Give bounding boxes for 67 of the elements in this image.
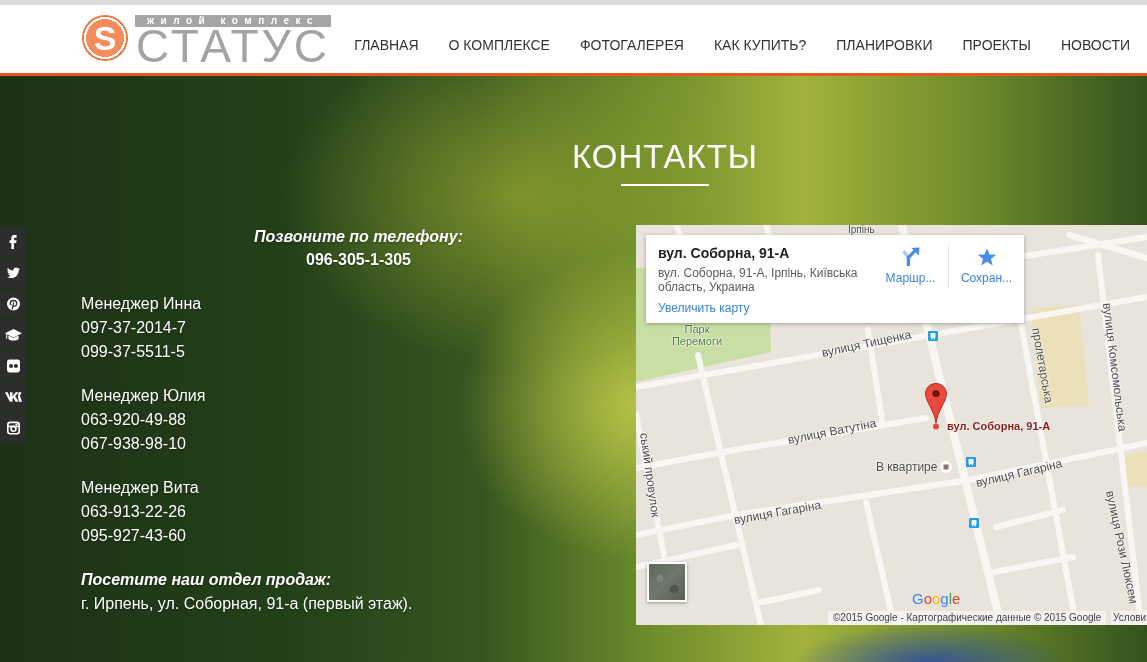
google-logo: Google	[912, 591, 961, 607]
phone-number: 063-913-22-26	[81, 502, 186, 522]
place-label: В квартире	[876, 460, 938, 474]
page-title: КОНТАКТЫ	[572, 137, 758, 177]
phone-number: 097-37-2014-7	[81, 318, 186, 338]
place-address: вул. Соборна, 91-А, Ірпінь, Київська область, Украина	[658, 266, 859, 294]
map-pin-icon	[925, 383, 947, 430]
call-label: Позвоните по телефону:	[253, 227, 463, 247]
directions-icon	[901, 247, 920, 267]
directions-button[interactable]: Маршр...	[873, 247, 948, 285]
street-label: ський провулок	[637, 432, 663, 519]
logo-mark: S	[82, 15, 128, 61]
nav-link[interactable]: НОВОСТИ	[1060, 36, 1130, 54]
map-attribution: ©2015 Google - Картографические данные © 2015 Google	[828, 611, 1107, 625]
street-label: вулиця Гагаріна	[974, 456, 1064, 490]
manager-name: Менеджер Юлия	[81, 386, 206, 406]
nav-link[interactable]: ПЛАНИРОВКИ	[836, 36, 933, 54]
nav-link[interactable]: КАК КУПИТЬ?	[713, 36, 807, 54]
street-label: вулиця Ватутіна	[786, 416, 878, 447]
bus-stop-icon	[928, 331, 938, 341]
manager-name: Менеджер Инна	[81, 294, 202, 314]
building-area	[1125, 451, 1147, 487]
pinterest-link[interactable]	[0, 289, 26, 319]
street-label: вулиця Гагаріна	[732, 497, 823, 527]
graduation-cap-icon	[4, 329, 22, 341]
save-button[interactable]: Сохран...	[949, 247, 1024, 285]
vk-link[interactable]	[0, 382, 26, 412]
phone-number: 067-938-98-10	[81, 434, 186, 454]
star-icon	[977, 247, 996, 267]
street-label: вулиця Комсомольська	[1100, 302, 1130, 433]
instagram-link[interactable]	[0, 413, 26, 443]
place-marker-icon	[940, 461, 953, 473]
vk-icon	[4, 391, 22, 403]
pinterest-icon	[6, 297, 20, 311]
phone-number: 063-920-49-88	[81, 410, 186, 430]
flickr-link[interactable]	[0, 351, 26, 381]
instagram-icon	[6, 421, 20, 435]
terms-link[interactable]: Услови	[1111, 611, 1147, 625]
enlarge-map-link[interactable]: Увеличить карту	[658, 301, 750, 315]
main-phone: 096-305-1-305	[306, 250, 411, 270]
bus-stop-icon	[969, 518, 979, 528]
logo-tagline: жилой комплекс	[135, 15, 331, 27]
flickr-dots-icon	[6, 359, 20, 373]
satellite-view-button[interactable]	[647, 562, 687, 602]
office-address: г. Ирпень, ул. Соборная, 91-а (первый этаж).	[81, 594, 413, 614]
street-label: пролетарська	[1029, 326, 1057, 405]
street-label: вулиця Тищенка	[820, 327, 913, 360]
office-label: Посетите наш отдел продаж:	[81, 570, 332, 590]
street-map[interactable]	[636, 225, 1147, 625]
facebook-link[interactable]	[0, 227, 26, 257]
twitter-bird-icon	[6, 266, 20, 280]
nav-link[interactable]: ПРОЕКТЫ	[962, 36, 1031, 54]
phone-number: 095-927-43-60	[81, 526, 186, 546]
manager-name: Менеджер Вита	[81, 478, 199, 498]
bus-stop-icon	[966, 457, 976, 467]
nav-link[interactable]: О КОМПЛЕКСЕ	[448, 36, 550, 54]
twitter-link[interactable]	[0, 258, 26, 288]
education-link[interactable]	[0, 320, 26, 350]
logo-name: СТАТУС	[135, 27, 331, 65]
marker-label: вул. Соборна, 91-А	[947, 419, 1051, 433]
street-label: вулиця Рози Люксем	[1103, 489, 1141, 605]
phone-number: 099-37-5511-5	[81, 342, 185, 362]
town-label: Ірпінь	[848, 225, 875, 235]
place-title: вул. Соборна, 91-А	[658, 244, 790, 262]
nav-link[interactable]: ФОТОГАЛЕРЕЯ	[579, 36, 684, 54]
park-label: Парк Перемоги	[670, 323, 724, 347]
nav-link[interactable]: ГЛАВНАЯ	[354, 36, 419, 54]
